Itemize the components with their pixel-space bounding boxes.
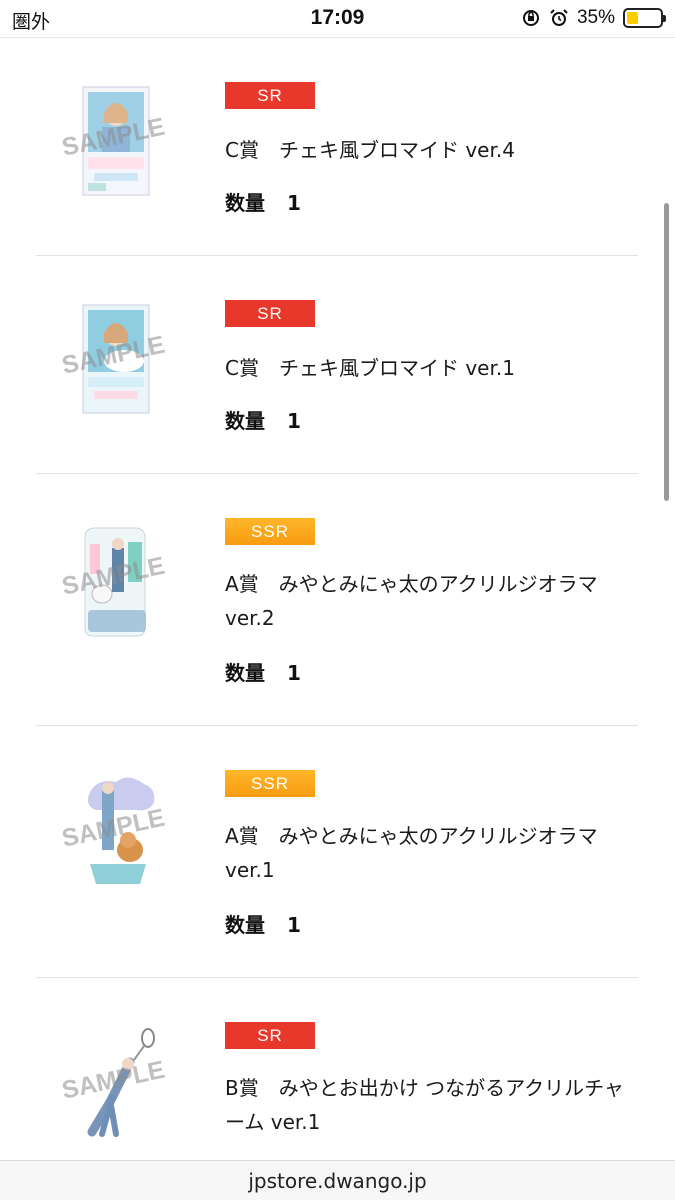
- list-item[interactable]: SAMPLE SR B賞 みやとお出かけ つながるアクリルチャーム ver.1: [36, 978, 638, 1160]
- cheki-photo-image: SAMPLE: [59, 304, 167, 414]
- acrylic-charm-image: SAMPLE: [59, 1028, 167, 1137]
- acrylic-diorama-image: SAMPLE: [59, 777, 167, 884]
- cheki-photo-image: SAMPLE: [59, 86, 167, 196]
- product-thumbnail[interactable]: SAMPLE: [50, 522, 180, 642]
- quantity-value: 1: [287, 409, 301, 433]
- quantity-label: 数量: [225, 409, 265, 433]
- list-item[interactable]: SAMPLE SSR A賞 みやとみにゃ太のアクリルジオラマ ver.1 数量 1: [36, 726, 638, 978]
- status-indicators: 35%: [521, 6, 666, 30]
- quantity-label: 数量: [225, 913, 265, 937]
- quantity-label: 数量: [225, 661, 265, 685]
- quantity: 数量 1: [225, 187, 301, 216]
- quantity-value: 1: [287, 191, 301, 215]
- status-bar: 圏外 17:09 35%: [0, 0, 675, 38]
- rarity-badge: SR: [225, 1022, 315, 1049]
- address-bar[interactable]: jpstore.dwango.jp: [0, 1160, 675, 1200]
- product-title: C賞 チェキ風ブロマイド ver.1: [225, 356, 515, 380]
- quantity: 数量 1: [225, 405, 301, 434]
- list-item[interactable]: SAMPLE SR C賞 チェキ風ブロマイド ver.4 数量 1: [36, 38, 638, 256]
- list-item[interactable]: SAMPLE SSR A賞 みやとみにゃ太のアクリルジオラマ ver.2 数量 1: [36, 474, 638, 726]
- rarity-badge: SR: [225, 82, 315, 109]
- list-item[interactable]: SAMPLE SR C賞 チェキ風ブロマイド ver.1 数量 1: [36, 256, 638, 474]
- product-thumbnail[interactable]: SAMPLE: [50, 774, 180, 894]
- product-thumbnail[interactable]: SAMPLE: [50, 301, 180, 421]
- scrollbar[interactable]: [664, 203, 669, 501]
- product-title: B賞 みやとお出かけ つながるアクリルチャーム ver.1: [225, 1076, 624, 1134]
- product-title: A賞 みやとみにゃ太のアクリルジオラマ ver.2: [225, 572, 598, 630]
- rarity-badge: SSR: [225, 518, 315, 545]
- product-title: A賞 みやとみにゃ太のアクリルジオラマ ver.1: [225, 824, 598, 882]
- product-thumbnail[interactable]: SAMPLE: [50, 1026, 180, 1146]
- rarity-badge: SR: [225, 300, 315, 327]
- quantity: 数量 1: [225, 657, 301, 686]
- alarm-icon: [549, 8, 569, 28]
- quantity-label: 数量: [225, 191, 265, 215]
- url-text: jpstore.dwango.jp: [248, 1169, 427, 1193]
- battery-level: [627, 12, 639, 24]
- quantity: 数量 1: [225, 909, 301, 938]
- product-thumbnail[interactable]: SAMPLE: [50, 83, 180, 203]
- battery-icon: [623, 8, 666, 28]
- quantity-value: 1: [287, 661, 301, 685]
- battery-percent: 35%: [576, 7, 615, 28]
- orientation-lock-icon: [521, 8, 541, 28]
- product-title: C賞 チェキ風ブロマイド ver.4: [225, 138, 515, 162]
- rarity-badge: SSR: [225, 770, 315, 797]
- quantity-value: 1: [287, 913, 301, 937]
- prize-list: SAMPLE SR C賞 チェキ風ブロマイド ver.4 数量 1 SAMPLE …: [0, 38, 675, 1160]
- acrylic-diorama-image: SAMPLE: [59, 527, 167, 637]
